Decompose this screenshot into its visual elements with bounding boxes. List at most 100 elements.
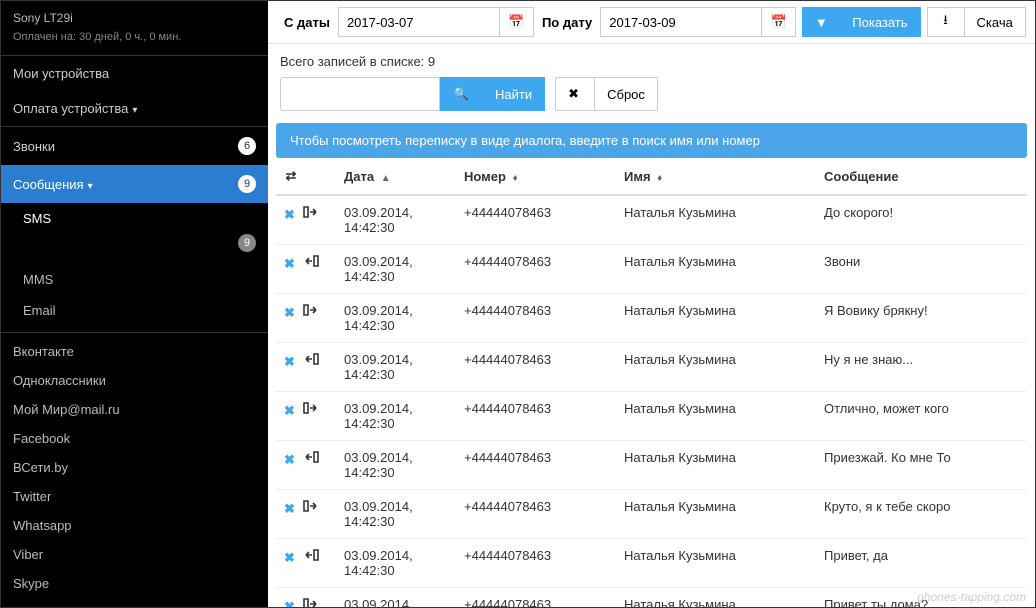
sidebar-social-item[interactable]: Twitter (1, 482, 268, 511)
cell-date: 03.09.2014, 14:42:30 (336, 245, 456, 294)
cell-number: +44444078463 (456, 490, 616, 539)
sidebar-social-item[interactable]: Skype (1, 569, 268, 598)
cell-date: 03.09.2014, 14:42:30 (336, 392, 456, 441)
find-button[interactable]: Найти (482, 77, 545, 111)
cell-msg: До скорого! (816, 195, 1027, 245)
cell-msg: Привет, да (816, 539, 1027, 588)
clear-button[interactable]: ✖ (555, 77, 595, 111)
sidebar-social-item[interactable]: Одноклассники (1, 366, 268, 395)
caret-down-icon: ▾ (132, 105, 137, 116)
reset-button[interactable]: Сброс (594, 77, 658, 111)
cell-number: +44444078463 (456, 245, 616, 294)
col-number[interactable]: Номер ♦ (456, 158, 616, 195)
search-icon: 🔍 (453, 86, 469, 102)
delete-row-button[interactable]: ✖ (284, 501, 295, 516)
search-button[interactable]: 🔍 (440, 77, 482, 111)
to-date-label: По дату (534, 15, 600, 30)
sidebar-social-item[interactable]: ВСети.by (1, 453, 268, 482)
cell-date: 03.09.2014, 14:42:30 (336, 539, 456, 588)
filter-icon: ▼ (815, 15, 828, 30)
close-icon: ✖ (568, 86, 579, 102)
refresh-icon[interactable]: ⇄ (284, 168, 298, 184)
table-row: ✖03.09.2014, 14:42:30+44444078463Наталья… (276, 343, 1027, 392)
show-button[interactable]: Показать (839, 7, 920, 37)
cell-msg: Привет ты дома? (816, 588, 1027, 608)
sidebar-social-item[interactable]: Whatsapp (1, 511, 268, 540)
cell-msg: Я Вовику брякну! (816, 294, 1027, 343)
cell-date: 03.09.2014, 14:42:30 (336, 294, 456, 343)
search-row: Всего записей в списке: 9 🔍 Найти ✖ Сбро… (268, 44, 1035, 119)
delete-row-button[interactable]: ✖ (284, 403, 295, 418)
cell-name: Наталья Кузьмина (616, 195, 816, 245)
sort-icon: ♦ (657, 173, 662, 184)
messages-table: ⇄ Дата ▲ Номер ♦ Имя ♦ Сообщение ✖03.09.… (276, 158, 1027, 607)
from-calendar-button[interactable]: 📅 (500, 7, 534, 37)
cell-number: +44444078463 (456, 441, 616, 490)
main-content: С даты 📅 По дату 📅 ▼ Показать ⭳ Скача Вс… (268, 1, 1035, 607)
cell-name: Наталья Кузьмина (616, 343, 816, 392)
col-name[interactable]: Имя ♦ (616, 158, 816, 195)
to-calendar-button[interactable]: 📅 (762, 7, 796, 37)
cell-name: Наталья Кузьмина (616, 490, 816, 539)
sidebar-social-item[interactable]: ICQ (1, 598, 268, 607)
download-button[interactable]: Скача (964, 7, 1026, 37)
cell-name: Наталья Кузьмина (616, 441, 816, 490)
delete-row-button[interactable]: ✖ (284, 207, 295, 222)
messages-badge: 9 (238, 175, 256, 193)
cell-date: 03.09.2014, 14:42:30 (336, 441, 456, 490)
outgoing-icon (303, 207, 319, 222)
info-bar: Чтобы посмотреть переписку в виде диалог… (276, 123, 1027, 158)
sms-badge: 9 (238, 234, 256, 252)
sidebar-social-item[interactable]: Facebook (1, 424, 268, 453)
nav-mms[interactable]: MMS (1, 264, 268, 295)
table-row: ✖03.09.2014, 14:42:30+44444078463Наталья… (276, 490, 1027, 539)
cell-msg: Круто, я к тебе скоро (816, 490, 1027, 539)
incoming-icon (303, 256, 319, 271)
calendar-icon: 📅 (771, 14, 787, 30)
sidebar-social-item[interactable]: Viber (1, 540, 268, 569)
delete-row-button[interactable]: ✖ (284, 256, 295, 271)
outgoing-icon (303, 305, 319, 320)
from-date-input[interactable] (338, 7, 500, 37)
cell-date: 03.09.2014, 14:42:30 (336, 195, 456, 245)
cell-number: +44444078463 (456, 392, 616, 441)
search-input[interactable] (280, 77, 440, 111)
outgoing-icon (303, 403, 319, 418)
device-title: Sony LT29i (1, 1, 268, 31)
cell-msg: Отлично, может кого (816, 392, 1027, 441)
delete-row-button[interactable]: ✖ (284, 452, 295, 467)
nav-email[interactable]: Email (1, 295, 268, 326)
table-row: ✖03.09.2014, 14:42:30+44444078463Наталья… (276, 245, 1027, 294)
nav-calls-label: Звонки (13, 139, 55, 154)
calendar-icon: 📅 (508, 14, 524, 30)
incoming-icon (303, 452, 319, 467)
to-date-input[interactable] (600, 7, 762, 37)
nav-my-devices-label: Мои устройства (13, 66, 109, 81)
nav-mms-label: MMS (23, 272, 53, 287)
delete-row-button[interactable]: ✖ (284, 354, 295, 369)
social-block: ВконтактеОдноклассникиМой Мир@mail.ruFac… (1, 333, 268, 607)
nav-pay-devices[interactable]: Оплата устройства▾ (1, 91, 268, 126)
col-date[interactable]: Дата ▲ (336, 158, 456, 195)
sidebar-social-item[interactable]: Мой Мир@mail.ru (1, 395, 268, 424)
sidebar-social-item[interactable]: Вконтакте (1, 337, 268, 366)
delete-row-button[interactable]: ✖ (284, 599, 295, 607)
table-row: ✖ 03.09.2014, 14:42:30+44444078463Наталья… (276, 441, 1027, 490)
incoming-icon (303, 354, 319, 369)
cell-number: +44444078463 (456, 294, 616, 343)
download-icon-button[interactable]: ⭳ (927, 7, 965, 37)
nav-sms[interactable]: SMS (1, 203, 268, 234)
date-toolbar: С даты 📅 По дату 📅 ▼ Показать ⭳ Скача (268, 1, 1035, 44)
nav-calls[interactable]: Звонки 6 (1, 127, 268, 165)
cell-number: +44444078463 (456, 343, 616, 392)
cell-msg: Ну я не знаю... (816, 343, 1027, 392)
delete-row-button[interactable]: ✖ (284, 305, 295, 320)
table-row: ✖03.09.2014, 14:42:30+44444078463Наталья… (276, 392, 1027, 441)
filter-button[interactable]: ▼ (802, 7, 840, 37)
cell-number: +44444078463 (456, 588, 616, 608)
nav-messages[interactable]: Сообщения▾ 9 (1, 165, 268, 203)
table-row: ✖03.09.2014, 14:42:30+44444078463Наталья… (276, 294, 1027, 343)
outgoing-icon (303, 501, 319, 516)
delete-row-button[interactable]: ✖ (284, 550, 295, 565)
nav-my-devices[interactable]: Мои устройства (1, 56, 268, 91)
